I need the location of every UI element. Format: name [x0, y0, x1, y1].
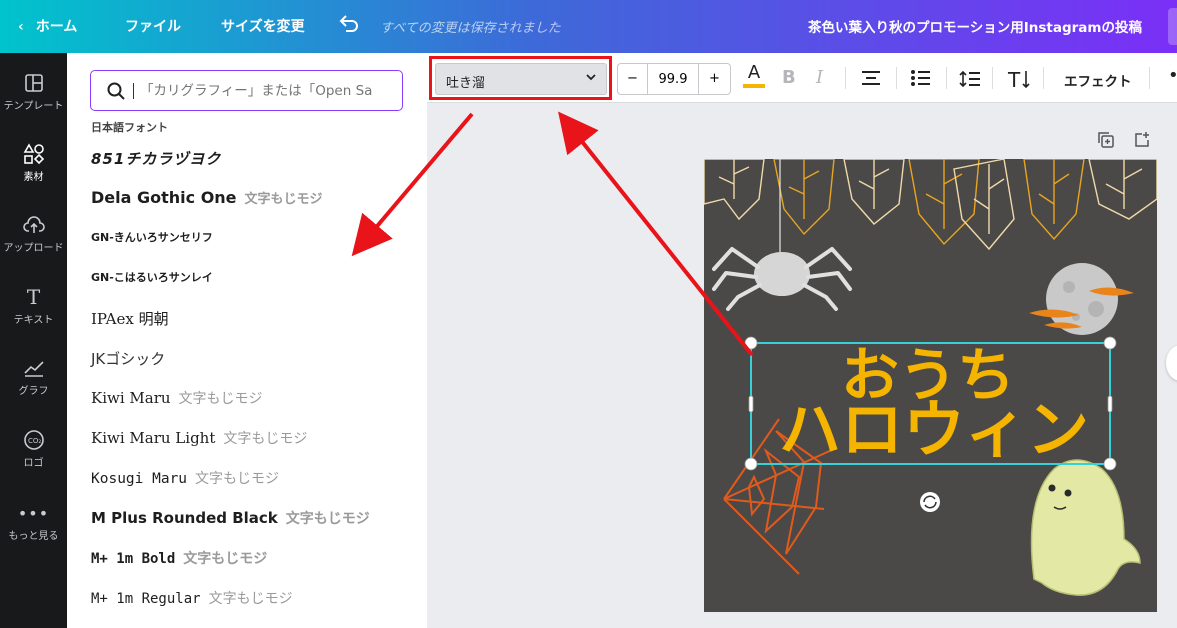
- rail-item-elements[interactable]: 素材: [0, 142, 67, 183]
- font-item[interactable]: JKゴシック: [91, 348, 165, 369]
- font-panel: 日本語フォント 851チカラヅヨク Dela Gothic One文字もじモジ …: [67, 53, 427, 628]
- font-item[interactable]: M+ 1m Bold 文字もじモジ: [91, 548, 267, 568]
- font-item[interactable]: Kosugi Maru 文字もじモジ: [91, 468, 279, 488]
- font-item[interactable]: M Plus Rounded Black 文字もじモジ: [91, 508, 370, 528]
- side-rail: テンプレート 素材 アップロード T テキスト グラフ CO₂ ロゴ ••• も…: [0, 53, 67, 628]
- more-icon: •••: [17, 503, 50, 523]
- share-button[interactable]: [1168, 8, 1177, 45]
- title-text-bg: おうち ハロウィン: [779, 341, 1089, 466]
- template-icon: [0, 71, 67, 95]
- font-search-input[interactable]: [133, 82, 373, 99]
- rail-item-template[interactable]: テンプレート: [0, 71, 67, 112]
- divider: [946, 67, 947, 89]
- document-title[interactable]: 茶色い葉入り秋のプロモーション用Instagramの投稿: [808, 16, 1142, 36]
- resize-button[interactable]: サイズを変更: [221, 16, 305, 36]
- chevron-left-icon: ‹: [18, 19, 24, 35]
- section-title: 日本語フォント: [91, 121, 168, 134]
- add-page-icon[interactable]: [1133, 131, 1151, 153]
- font-item[interactable]: GN-きんいろサンセリフ: [91, 229, 213, 245]
- rotate-handle-icon[interactable]: [920, 492, 940, 512]
- chart-icon: [0, 356, 67, 380]
- undo-icon[interactable]: [338, 13, 360, 37]
- font-item[interactable]: Dela Gothic One 文字もじモジ: [91, 188, 323, 207]
- side-expand-button[interactable]: [1166, 345, 1177, 381]
- increase-size-button[interactable]: +: [698, 64, 730, 94]
- font-item[interactable]: Kiwi Maru Light 文字もじモジ: [91, 428, 307, 448]
- font-item[interactable]: 851チカラヅヨク: [91, 148, 221, 169]
- align-center-icon[interactable]: [861, 70, 881, 91]
- ghost-illustration: [1030, 459, 1141, 596]
- top-bar: ‹ ホーム ファイル サイズを変更 すべての変更は保存されました 茶色い葉入り秋の…: [0, 0, 1177, 53]
- duplicate-page-icon[interactable]: [1097, 131, 1115, 153]
- svg-text:T: T: [1007, 68, 1021, 90]
- divider: [896, 67, 897, 89]
- divider: [1149, 67, 1150, 89]
- rail-item-logo[interactable]: CO₂ ロゴ: [0, 428, 67, 469]
- design-page[interactable]: おうち ハロウィン: [704, 159, 1157, 612]
- autumn-leaves: [704, 159, 1157, 251]
- more-options-icon[interactable]: •: [1168, 65, 1177, 86]
- rail-item-text[interactable]: T テキスト: [0, 285, 67, 326]
- effects-button[interactable]: エフェクト: [1064, 70, 1132, 90]
- text-toolbar: 吐き溜 − 99.9 + A B I T エフェクト •: [427, 53, 1177, 103]
- logo-icon: CO₂: [0, 428, 67, 452]
- font-item[interactable]: Kiwi Maru 文字もじモジ: [91, 388, 263, 408]
- elements-icon: [0, 142, 67, 166]
- highlight-box: [429, 56, 612, 100]
- save-status: すべての変更は保存されました: [380, 21, 561, 36]
- svg-text:CO₂: CO₂: [28, 437, 41, 445]
- canvas-area: おうち ハロウィン: [427, 103, 1177, 628]
- bold-icon[interactable]: B: [782, 67, 796, 88]
- resize-handle[interactable]: [1103, 336, 1117, 350]
- list-icon[interactable]: [911, 70, 931, 91]
- design-artwork: おうち ハロウィン: [704, 159, 1157, 596]
- resize-handle[interactable]: [744, 457, 758, 471]
- divider: [845, 67, 846, 89]
- resize-handle[interactable]: [744, 336, 758, 350]
- file-menu[interactable]: ファイル: [125, 16, 181, 36]
- text-icon: T: [26, 285, 41, 309]
- resize-handle[interactable]: [748, 395, 754, 413]
- font-item[interactable]: IPAex 明朝: [91, 308, 169, 329]
- text-orientation-icon[interactable]: T: [1007, 68, 1031, 95]
- rail-item-upload[interactable]: アップロード: [0, 213, 67, 254]
- rail-item-more[interactable]: ••• もっと見る: [0, 501, 67, 543]
- upload-icon: [0, 213, 67, 237]
- divider: [992, 67, 993, 89]
- font-size-stepper[interactable]: − 99.9 +: [617, 63, 731, 95]
- decrease-size-button[interactable]: −: [618, 64, 648, 94]
- home-button[interactable]: ‹ ホーム: [18, 16, 77, 36]
- font-item[interactable]: M+ 1m Regular 文字もじモジ: [91, 588, 293, 608]
- resize-handle[interactable]: [1107, 395, 1113, 413]
- font-size-input[interactable]: 99.9: [648, 72, 698, 87]
- italic-icon[interactable]: I: [816, 67, 823, 88]
- rail-item-chart[interactable]: グラフ: [0, 356, 67, 397]
- font-item[interactable]: GN-こはるいろサンレイ: [91, 269, 213, 285]
- divider: [1043, 67, 1044, 89]
- resize-handle[interactable]: [1103, 457, 1117, 471]
- moon-illustration: [1029, 263, 1134, 335]
- font-search-box[interactable]: [90, 70, 403, 111]
- design-title-line2: ハロウィン: [779, 393, 1089, 466]
- line-spacing-icon[interactable]: [959, 69, 981, 94]
- text-color-icon[interactable]: A: [743, 64, 765, 88]
- search-icon: [107, 82, 125, 100]
